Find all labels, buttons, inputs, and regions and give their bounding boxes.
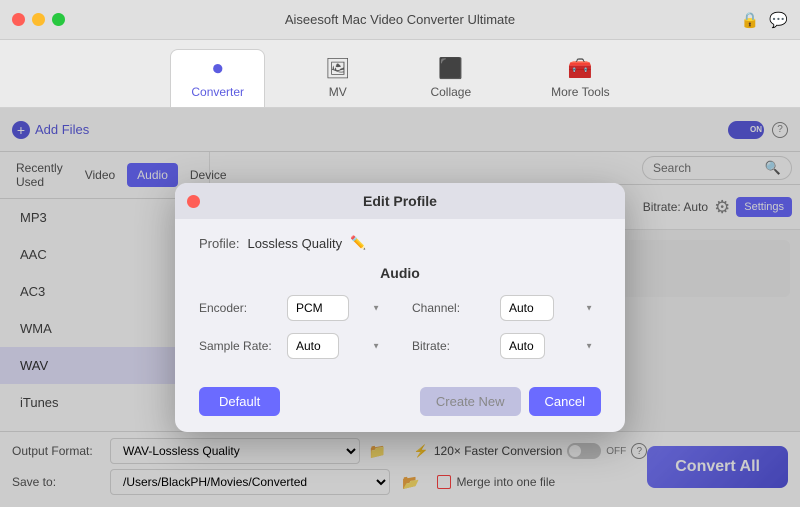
modal-encoder-wrapper: PCM ADPCM MP3 AAC: [287, 295, 388, 321]
modal-sample-rate-label: Sample Rate:: [199, 339, 279, 353]
collage-label: Collage: [430, 85, 471, 99]
modal-profile-label: Profile:: [199, 236, 239, 251]
tab-collage[interactable]: ⬛ Collage: [410, 48, 491, 107]
mv-label: MV: [329, 85, 347, 99]
app-title: Aiseesoft Mac Video Converter Ultimate: [285, 12, 515, 27]
modal-default-button[interactable]: Default: [199, 387, 280, 416]
modal-close-button[interactable]: [187, 195, 200, 208]
modal-sample-rate-wrapper: Auto 44100 48000: [287, 333, 388, 359]
modal-body: Profile: Lossless Quality ✏️ Audio Encod…: [175, 219, 625, 432]
titlebar-actions: 🔒 💬: [741, 11, 788, 29]
modal-channel-wrapper: Auto Mono Stereo: [500, 295, 601, 321]
minimize-button[interactable]: [32, 13, 45, 26]
main-area: + Add Files ON ? Recently Used Video Aud…: [0, 108, 800, 507]
modal-bitrate-label: Bitrate:: [412, 339, 492, 353]
modal-encoder-label: Encoder:: [199, 301, 279, 315]
more-tools-label: More Tools: [551, 85, 609, 99]
modal-encoder-row: Encoder: PCM ADPCM MP3 AAC: [199, 295, 388, 321]
chat-icon[interactable]: 💬: [769, 11, 788, 29]
modal-section-audio: Audio: [199, 265, 601, 281]
lock-icon[interactable]: 🔒: [741, 11, 760, 29]
modal-sample-rate-row: Sample Rate: Auto 44100 48000: [199, 333, 388, 359]
titlebar-buttons: [12, 13, 65, 26]
modal-title: Edit Profile: [363, 193, 437, 209]
mv-icon: 🖼: [325, 56, 350, 81]
modal-bitrate-row: Bitrate: Auto 128k 192k 320k: [412, 333, 601, 359]
tab-mv[interactable]: 🖼 MV: [305, 48, 370, 107]
modal-overlay[interactable]: Edit Profile Profile: Lossless Quality ✏…: [0, 108, 800, 507]
modal-action-right: Create New Cancel: [420, 387, 601, 416]
modal-cancel-button[interactable]: Cancel: [529, 387, 601, 416]
more-tools-icon: 🧰: [568, 56, 593, 81]
converter-label: Converter: [191, 85, 244, 99]
modal-encoder-select[interactable]: PCM ADPCM MP3 AAC: [287, 295, 349, 321]
titlebar: Aiseesoft Mac Video Converter Ultimate 🔒…: [0, 0, 800, 40]
modal-actions: Default Create New Cancel: [199, 379, 601, 416]
collage-icon: ⬛: [438, 56, 463, 81]
modal-channel-row: Channel: Auto Mono Stereo: [412, 295, 601, 321]
close-button[interactable]: [12, 13, 25, 26]
modal-profile-row: Profile: Lossless Quality ✏️: [199, 235, 601, 251]
tab-converter[interactable]: ⏺ Converter: [170, 49, 265, 107]
modal-channel-select[interactable]: Auto Mono Stereo: [500, 295, 554, 321]
edit-profile-modal: Edit Profile Profile: Lossless Quality ✏…: [175, 183, 625, 432]
modal-profile-name: Lossless Quality: [247, 236, 342, 251]
modal-sample-rate-select[interactable]: Auto 44100 48000: [287, 333, 339, 359]
modal-bitrate-wrapper: Auto 128k 192k 320k: [500, 333, 601, 359]
modal-titlebar: Edit Profile: [175, 183, 625, 219]
modal-create-new-button[interactable]: Create New: [420, 387, 521, 416]
edit-profile-icon[interactable]: ✏️: [350, 235, 366, 251]
tab-more-tools[interactable]: 🧰 More Tools: [531, 48, 629, 107]
maximize-button[interactable]: [52, 13, 65, 26]
modal-bitrate-select[interactable]: Auto 128k 192k 320k: [500, 333, 545, 359]
top-nav: ⏺ Converter 🖼 MV ⬛ Collage 🧰 More Tools: [0, 40, 800, 108]
modal-channel-label: Channel:: [412, 301, 492, 315]
converter-icon: ⏺: [213, 58, 223, 81]
